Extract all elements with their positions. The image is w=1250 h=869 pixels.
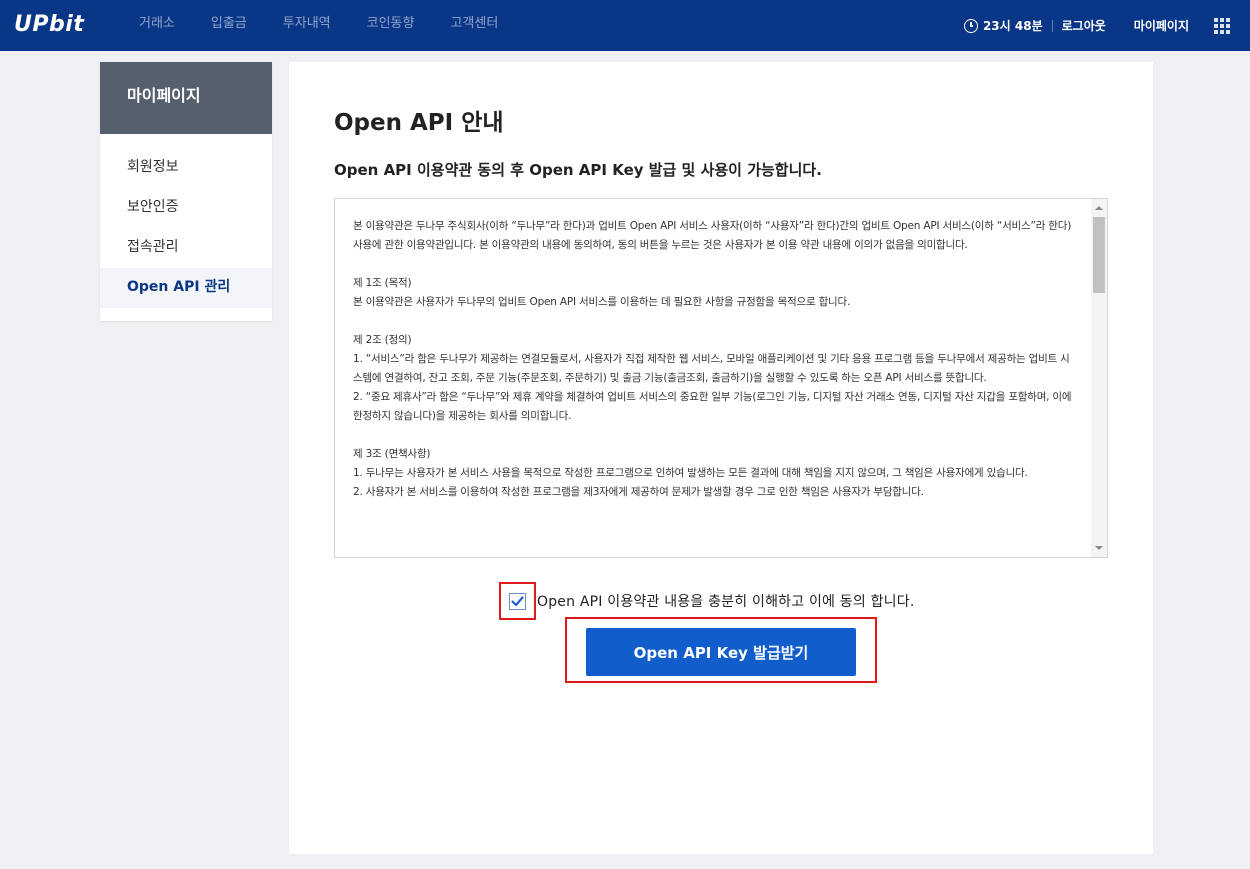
nav-deposit-withdraw[interactable]: 입출금 xyxy=(211,0,247,51)
session-timer: 23시 48분 xyxy=(963,17,1043,34)
page-title: Open API 안내 xyxy=(334,110,504,136)
header-divider xyxy=(1051,19,1053,32)
nav-customer-center[interactable]: 고객센터 xyxy=(450,0,498,51)
sidebar-menu: 회원정보 보안인증 접속관리 Open API 관리 xyxy=(100,134,272,308)
issue-button-highlight: Open API Key 발급받기 xyxy=(565,617,877,683)
terms-paragraph: 본 이용약관은 두나무 주식회사(이하 “두나무”라 한다)과 업비트 Open… xyxy=(353,220,1072,251)
terms-paragraph: 1. 두나무는 사용자가 본 서비스 사용을 목적으로 작성한 프로그램으로 인… xyxy=(353,467,1028,479)
agree-checkbox-highlight[interactable] xyxy=(499,582,536,620)
clock-icon xyxy=(963,18,978,33)
terms-paragraph: 1. “서비스”라 함은 두나무가 제공하는 연결모듈로서, 사용자가 직접 제… xyxy=(353,353,1070,384)
terms-article-heading: 제 1조 (목적) xyxy=(353,277,412,289)
terms-paragraph: 본 이용약관은 사용자가 두나무의 업비트 Open API 서비스를 이용하는… xyxy=(353,296,851,308)
nav-exchange[interactable]: 거래소 xyxy=(139,0,175,51)
issue-api-key-button[interactable]: Open API Key 발급받기 xyxy=(586,628,856,676)
sidebar-title: 마이페이지 xyxy=(100,62,272,134)
mypage-sidebar: 마이페이지 회원정보 보안인증 접속관리 Open API 관리 xyxy=(100,62,272,321)
terms-text: 본 이용약관은 두나무 주식회사(이하 “두나무”라 한다)과 업비트 Open… xyxy=(353,217,1075,502)
sidebar-item-security[interactable]: 보안인증 xyxy=(100,188,272,228)
nav-investments[interactable]: 투자내역 xyxy=(283,0,331,51)
terms-article-heading: 제 2조 (정의) xyxy=(353,334,412,346)
scroll-thumb[interactable] xyxy=(1093,217,1105,293)
terms-scrollbar[interactable] xyxy=(1091,199,1107,557)
mypage-link[interactable]: 마이페이지 xyxy=(1134,17,1189,34)
logout-link[interactable]: 로그아웃 xyxy=(1062,17,1106,34)
upbit-logo[interactable]: UPbit xyxy=(14,12,84,37)
agree-label[interactable]: Open API 이용약관 내용을 충분히 이해하고 이에 동의 합니다. xyxy=(537,591,914,611)
page-subtitle: Open API 이용약관 동의 후 Open API Key 발급 및 사용이… xyxy=(334,161,822,179)
nav-coin-trends[interactable]: 코인동향 xyxy=(367,0,415,51)
sidebar-item-open-api[interactable]: Open API 관리 xyxy=(100,268,272,308)
terms-article-heading: 제 3조 (면책사항) xyxy=(353,448,431,460)
header-right: 23시 48분 로그아웃 마이페이지 xyxy=(963,0,1250,51)
agree-checkbox[interactable] xyxy=(509,592,526,610)
grid-menu-icon[interactable] xyxy=(1214,17,1230,34)
agree-row: Open API 이용약관 내용을 충분히 이해하고 이에 동의 합니다. xyxy=(499,582,914,620)
sidebar-item-access-management[interactable]: 접속관리 xyxy=(100,228,272,268)
scroll-up-arrow-icon[interactable] xyxy=(1095,206,1103,210)
main-nav: 거래소 입출금 투자내역 코인동향 고객센터 xyxy=(139,0,534,51)
terms-paragraph: 2. “중요 제휴사”라 함은 “두나무”와 제휴 계약을 체결하여 업비트 서… xyxy=(353,391,1072,422)
checkmark-icon xyxy=(511,595,524,606)
scroll-down-arrow-icon[interactable] xyxy=(1095,546,1103,550)
session-time: 23시 48분 xyxy=(982,19,1043,33)
terms-paragraph: 2. 사용자가 본 서비스를 이용하여 작성한 프로그램을 제3자에게 제공하여… xyxy=(353,486,924,498)
top-nav-bar: UPbit 거래소 입출금 투자내역 코인동향 고객센터 23시 48분 로그아… xyxy=(0,0,1250,51)
main-content: Open API 안내 Open API 이용약관 동의 후 Open API … xyxy=(289,62,1153,854)
terms-scroll-box[interactable]: 본 이용약관은 두나무 주식회사(이하 “두나무”라 한다)과 업비트 Open… xyxy=(334,198,1108,558)
sidebar-item-member-info[interactable]: 회원정보 xyxy=(100,148,272,188)
